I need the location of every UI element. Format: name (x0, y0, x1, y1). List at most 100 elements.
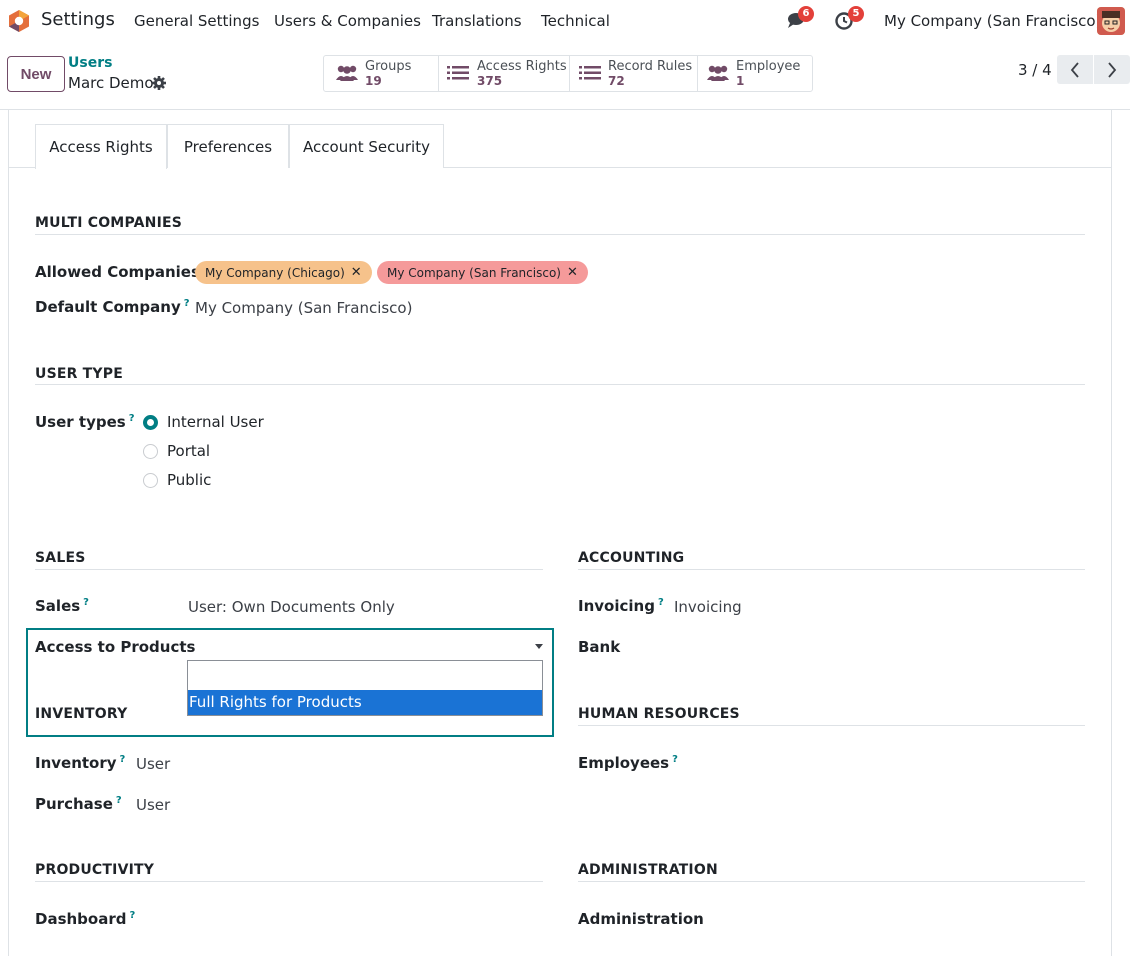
messages-badge: 6 (798, 6, 814, 22)
company-tag-chicago[interactable]: My Company (Chicago) ✕ (195, 261, 372, 284)
user-avatar[interactable] (1097, 7, 1125, 35)
pager-value[interactable]: 3 / 4 (1018, 61, 1052, 79)
help-icon[interactable]: ? (116, 795, 122, 806)
radio-label-internal-user[interactable]: Internal User (167, 413, 264, 431)
company-switcher[interactable]: My Company (San Francisco) (884, 12, 1101, 30)
allowed-companies-label: Allowed Companies (35, 263, 200, 281)
breadcrumb-users[interactable]: Users (68, 55, 112, 71)
groups-label: Groups (365, 59, 412, 74)
section-title-accounting: ACCOUNTING (578, 550, 685, 566)
tab-account-security[interactable]: Account Security (289, 124, 444, 168)
activities-badge: 5 (848, 6, 864, 22)
company-tag-label: My Company (Chicago) (205, 265, 345, 280)
sales-rights-field[interactable]: User: Own Documents Only (188, 598, 395, 616)
list-icon (447, 66, 469, 80)
employee-smart-button[interactable]: Employee 1 (698, 56, 812, 91)
help-icon[interactable]: ? (672, 754, 678, 765)
messages-button[interactable]: 6 (784, 6, 814, 33)
breadcrumb-current-record: Marc Demo (68, 74, 154, 92)
help-icon[interactable]: ? (184, 298, 190, 309)
company-tag-san-francisco[interactable]: My Company (San Francisco) ✕ (377, 261, 588, 284)
purchase-rights-field[interactable]: User (136, 796, 170, 814)
tab-preferences[interactable]: Preferences (167, 124, 289, 168)
record-rules-smart-button[interactable]: Record Rules 72 (570, 56, 698, 91)
section-title-human-resources: HUMAN RESOURCES (578, 706, 740, 722)
radio-internal-user[interactable] (143, 415, 158, 430)
section-title-administration: ADMINISTRATION (578, 862, 718, 878)
avatar-face-icon (1097, 7, 1125, 35)
access-to-products-label: Access to Products (35, 638, 196, 656)
pager-next-button[interactable] (1094, 55, 1130, 84)
remove-tag-icon[interactable]: ✕ (567, 265, 578, 280)
section-title-multi-companies: MULTI COMPANIES (35, 215, 183, 231)
radio-portal[interactable] (143, 444, 158, 459)
menu-technical[interactable]: Technical (541, 12, 610, 30)
top-navbar: Settings General Settings Users & Compan… (0, 0, 1130, 42)
tab-access-rights[interactable]: Access Rights (35, 124, 167, 169)
inventory-label: Inventory? (35, 754, 126, 772)
menu-general-settings[interactable]: General Settings (134, 12, 259, 30)
notebook-tabs: Access Rights Preferences Account Securi… (9, 124, 1111, 169)
section-divider (578, 569, 1085, 570)
gear-icon[interactable] (151, 75, 167, 91)
record-rules-label: Record Rules (608, 59, 693, 74)
form-sheet: Access Rights Preferences Account Securi… (8, 110, 1112, 956)
remove-tag-icon[interactable]: ✕ (351, 265, 362, 280)
section-title-inventory: INVENTORY (35, 706, 128, 722)
dashboard-label: Dashboard? (35, 910, 136, 928)
radio-public[interactable] (143, 473, 158, 488)
default-company-label: Default Company? (35, 298, 190, 316)
list-icon (579, 66, 601, 80)
section-divider (578, 881, 1085, 882)
help-icon[interactable]: ? (83, 597, 89, 608)
activities-button[interactable]: 5 (834, 6, 864, 33)
help-icon[interactable]: ? (129, 910, 135, 921)
access-to-products-dropdown[interactable]: Full Rights for Products (187, 660, 543, 716)
invoicing-label: Invoicing? (578, 597, 664, 615)
radio-label-public[interactable]: Public (167, 471, 211, 489)
users-icon (707, 65, 729, 81)
new-button[interactable]: New (7, 56, 65, 92)
section-divider (35, 234, 1085, 235)
invoicing-field[interactable]: Invoicing (674, 598, 742, 616)
inventory-rights-field[interactable]: User (136, 755, 170, 773)
access-rights-count: 375 (477, 74, 503, 88)
settings-app-logo-icon[interactable] (7, 9, 31, 33)
radio-label-portal[interactable]: Portal (167, 442, 210, 460)
access-rights-smart-button[interactable]: Access Rights 375 (439, 56, 570, 91)
section-divider (35, 569, 543, 570)
dropdown-option-full-rights[interactable]: Full Rights for Products (188, 690, 542, 715)
purchase-label: Purchase? (35, 795, 122, 813)
chevron-left-icon (1070, 61, 1079, 78)
menu-users-companies[interactable]: Users & Companies (274, 12, 421, 30)
section-divider (35, 384, 1085, 385)
administration-label: Administration (578, 910, 704, 928)
groups-count: 19 (365, 74, 382, 88)
groups-smart-button[interactable]: Groups 19 (324, 56, 439, 91)
help-icon[interactable]: ? (120, 754, 126, 765)
employee-label: Employee (736, 59, 801, 74)
section-divider (578, 725, 1085, 726)
user-types-label: User types? (35, 413, 135, 431)
employee-count: 1 (736, 74, 745, 88)
company-tag-label: My Company (San Francisco) (387, 265, 561, 280)
section-title-user-type: USER TYPE (35, 366, 123, 382)
chevron-right-icon (1108, 61, 1117, 78)
help-icon[interactable]: ? (129, 413, 135, 424)
help-icon[interactable]: ? (658, 597, 664, 608)
employees-label: Employees? (578, 754, 678, 772)
pager-previous-button[interactable] (1057, 55, 1093, 84)
default-company-field[interactable]: My Company (San Francisco) (195, 299, 412, 317)
menu-translations[interactable]: Translations (432, 12, 522, 30)
app-title[interactable]: Settings (41, 9, 115, 30)
users-icon (336, 65, 358, 81)
bank-label: Bank (578, 638, 621, 656)
section-title-sales: SALES (35, 550, 86, 566)
access-rights-label: Access Rights (477, 59, 567, 74)
control-panel: New Users Marc Demo Groups 19 Access Rig… (0, 42, 1130, 110)
dropdown-caret-icon[interactable] (535, 644, 543, 649)
dropdown-empty-option[interactable] (188, 661, 542, 690)
record-rules-count: 72 (608, 74, 625, 88)
section-title-productivity: PRODUCTIVITY (35, 862, 155, 878)
section-divider (35, 881, 543, 882)
